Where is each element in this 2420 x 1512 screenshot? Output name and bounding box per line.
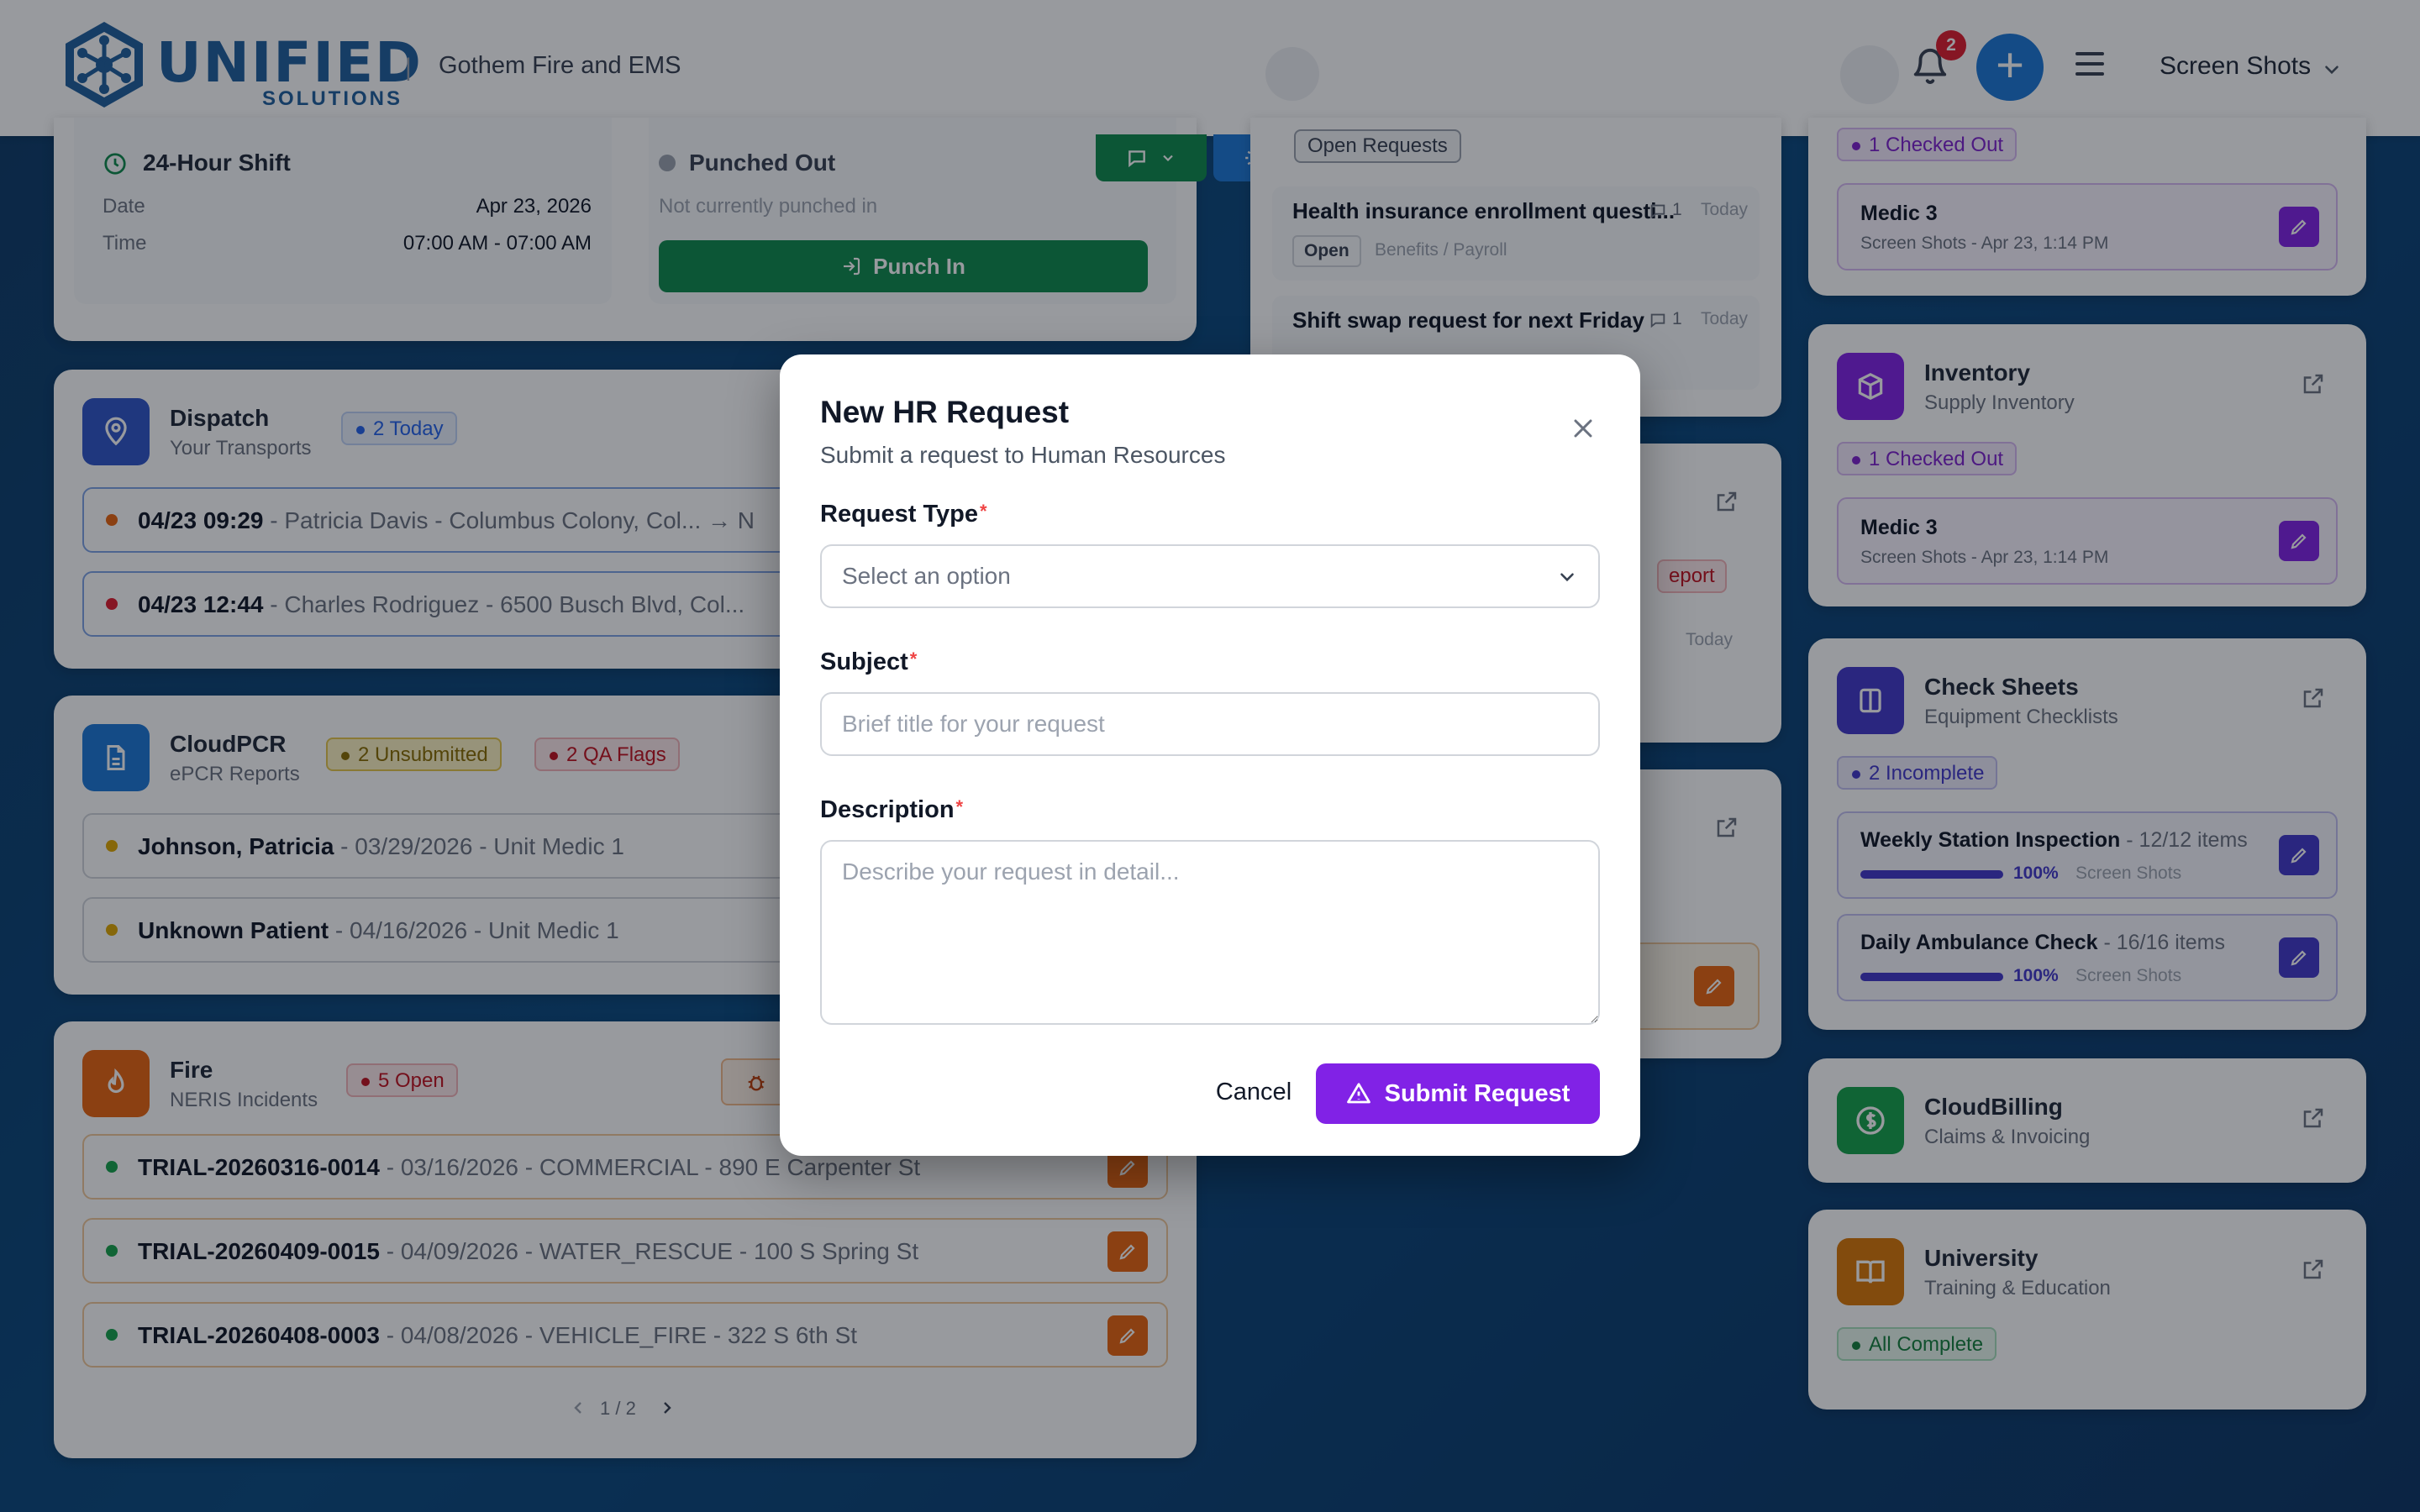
description-label: Description* [820,796,964,823]
modal-title: New HR Request [820,395,1070,429]
submit-request-button[interactable]: Submit Request [1316,1063,1600,1124]
cancel-button[interactable]: Cancel [1180,1062,1328,1122]
close-icon[interactable] [1568,413,1598,444]
modal-subtitle: Submit a request to Human Resources [820,442,1226,468]
subject-label: Subject* [820,648,918,675]
subject-input[interactable] [820,692,1600,756]
warning-icon [1346,1083,1370,1104]
new-hr-request-modal: New HR Request Submit a request to Human… [780,354,1640,1156]
chevron-down-icon [1560,573,1574,582]
request-type-select[interactable]: Select an option [820,544,1600,608]
description-textarea[interactable] [820,840,1600,1025]
request-type-label: Request Type* [820,501,987,528]
